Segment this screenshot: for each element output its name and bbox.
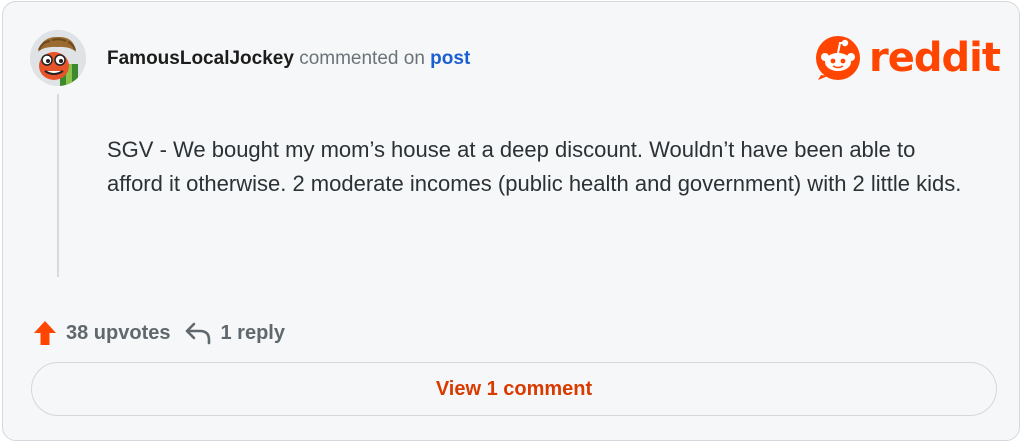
reddit-logo[interactable]: reddit xyxy=(815,34,1001,82)
comment-embed-card: FamousLocalJockey commented on post redd… xyxy=(2,1,1020,441)
comment-action-text: commented on xyxy=(299,48,425,69)
user-avatar[interactable] xyxy=(30,30,86,86)
upvote-arrow-icon[interactable] xyxy=(33,320,57,346)
view-comments-button[interactable]: View 1 comment xyxy=(31,362,997,416)
reddit-wordmark: reddit xyxy=(869,35,1001,81)
reply-count[interactable]: 1 reply xyxy=(220,322,284,345)
reddit-snoo-icon xyxy=(816,36,860,80)
comment-body: SGV - We bought my mom’s house at a deep… xyxy=(107,137,962,196)
comment-header: FamousLocalJockey commented on post xyxy=(107,47,470,71)
thread-line xyxy=(57,94,59,277)
comment-stats: 38 upvotes 1 reply xyxy=(33,320,285,346)
view-comments-label: View 1 comment xyxy=(435,377,593,400)
reply-arrow-icon[interactable] xyxy=(184,321,212,345)
avatar-image xyxy=(30,30,86,86)
upvote-count: 38 upvotes xyxy=(66,321,171,344)
comment-author[interactable]: FamousLocalJockey xyxy=(107,48,294,69)
post-link[interactable]: post xyxy=(430,48,470,69)
